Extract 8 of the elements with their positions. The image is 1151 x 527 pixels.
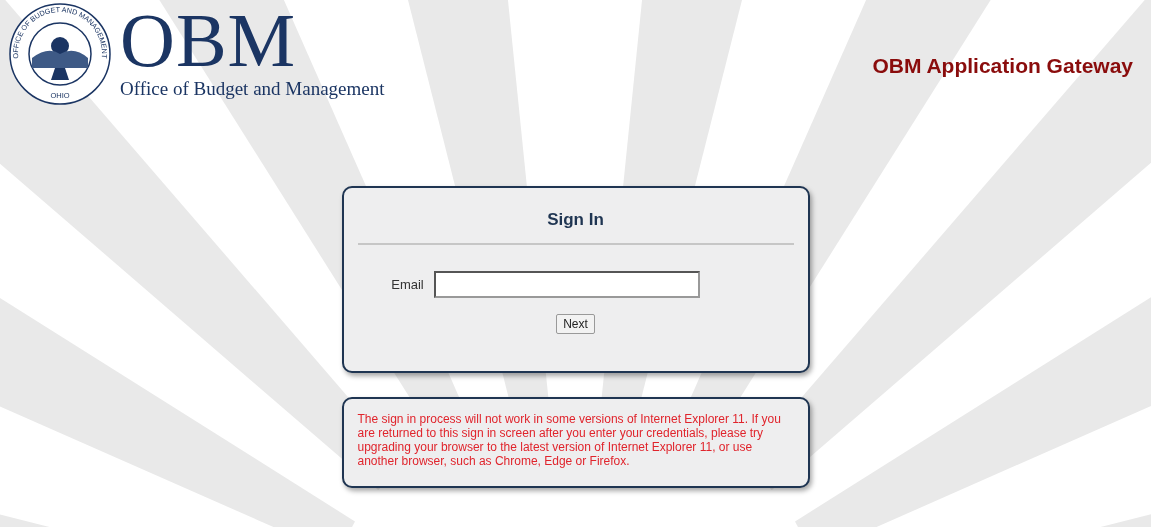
next-button[interactable]: Next	[556, 314, 595, 334]
card-title: Sign In	[547, 210, 604, 231]
email-label: Email	[391, 277, 424, 292]
email-field[interactable]	[433, 271, 700, 298]
logo-wordmark: OBM	[120, 4, 298, 76]
logo-subtitle: Office of Budget and Management	[120, 78, 385, 100]
notice-text: The sign in process will not work in some versions of Internet Explorer 11. If you are returned to this sign in screen after you enter your credentials, please try upgrading your browser to the latest version of Internet Explorer 11, or use another browser, such as Chrome, Edge or Firefox.	[357, 412, 782, 468]
app-title: OBM Application Gateway	[872, 54, 1133, 78]
